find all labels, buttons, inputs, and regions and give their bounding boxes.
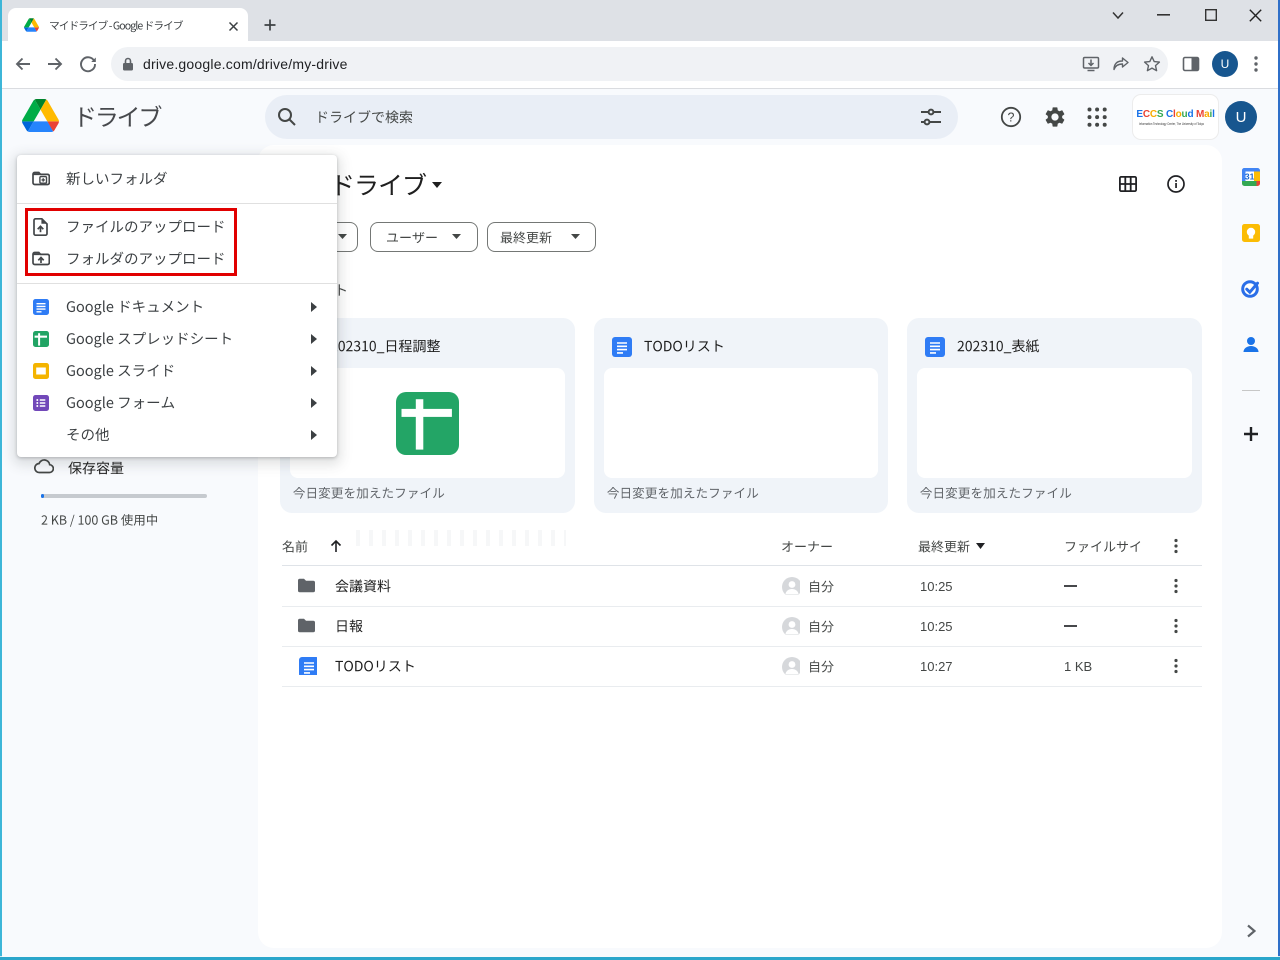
svg-text:31: 31 [1245, 172, 1255, 182]
svg-text:?: ? [1008, 110, 1015, 124]
